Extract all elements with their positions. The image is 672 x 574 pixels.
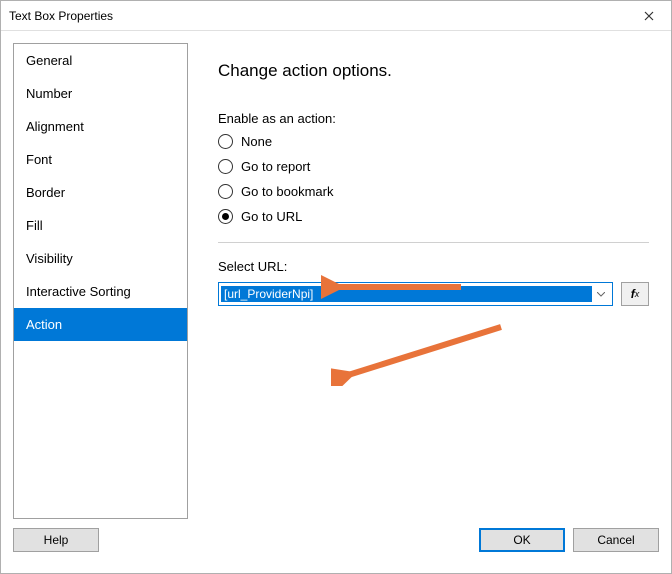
url-combobox[interactable]: [url_ProviderNpi] <box>218 282 613 306</box>
sidebar-item-action[interactable]: Action <box>14 308 187 341</box>
fx-icon-sub: x <box>635 289 640 299</box>
sidebar-item-label: Visibility <box>26 251 73 266</box>
radio-go-to-report[interactable]: Go to report <box>218 159 649 174</box>
category-sidebar: General Number Alignment Font Border Fil… <box>13 43 188 519</box>
titlebar: Text Box Properties <box>1 1 671 31</box>
radio-label: Go to URL <box>241 209 302 224</box>
chevron-down-icon[interactable] <box>592 283 610 305</box>
close-button[interactable] <box>626 1 671 31</box>
radio-go-to-url[interactable]: Go to URL <box>218 209 649 224</box>
sidebar-item-label: Number <box>26 86 72 101</box>
sidebar-item-number[interactable]: Number <box>14 77 187 110</box>
sidebar-item-font[interactable]: Font <box>14 143 187 176</box>
sidebar-item-label: Fill <box>26 218 43 233</box>
sidebar-item-label: Interactive Sorting <box>26 284 131 299</box>
main-panel: Change action options. Enable as an acti… <box>188 43 659 519</box>
select-url-label: Select URL: <box>218 259 649 274</box>
radio-icon <box>218 184 233 199</box>
sidebar-item-border[interactable]: Border <box>14 176 187 209</box>
dialog-footer: Help OK Cancel <box>1 519 671 573</box>
sidebar-item-general[interactable]: General <box>14 44 187 77</box>
sidebar-item-label: Action <box>26 317 62 332</box>
sidebar-item-label: Border <box>26 185 65 200</box>
radio-none[interactable]: None <box>218 134 649 149</box>
sidebar-item-label: Font <box>26 152 52 167</box>
radio-label: Go to report <box>241 159 310 174</box>
enable-action-label: Enable as an action: <box>218 111 649 126</box>
sidebar-item-alignment[interactable]: Alignment <box>14 110 187 143</box>
url-value: [url_ProviderNpi] <box>221 286 592 302</box>
expression-button[interactable]: fx <box>621 282 649 306</box>
section-divider <box>218 242 649 243</box>
url-row: [url_ProviderNpi] fx <box>218 282 649 306</box>
radio-icon <box>218 209 233 224</box>
sidebar-item-fill[interactable]: Fill <box>14 209 187 242</box>
sidebar-item-label: General <box>26 53 72 68</box>
sidebar-item-interactive-sorting[interactable]: Interactive Sorting <box>14 275 187 308</box>
button-label: Help <box>44 533 69 547</box>
radio-icon <box>218 134 233 149</box>
body-area: General Number Alignment Font Border Fil… <box>1 31 671 519</box>
radio-label: Go to bookmark <box>241 184 334 199</box>
dialog-window: Text Box Properties General Number Align… <box>0 0 672 574</box>
action-radio-group: None Go to report Go to bookmark Go to U… <box>218 134 649 224</box>
window-title: Text Box Properties <box>9 9 113 23</box>
radio-go-to-bookmark[interactable]: Go to bookmark <box>218 184 649 199</box>
help-button[interactable]: Help <box>13 528 99 552</box>
ok-button[interactable]: OK <box>479 528 565 552</box>
panel-heading: Change action options. <box>218 61 649 81</box>
cancel-button[interactable]: Cancel <box>573 528 659 552</box>
sidebar-item-label: Alignment <box>26 119 84 134</box>
sidebar-item-visibility[interactable]: Visibility <box>14 242 187 275</box>
button-label: OK <box>513 533 530 547</box>
radio-label: None <box>241 134 272 149</box>
close-icon <box>644 11 654 21</box>
radio-icon <box>218 159 233 174</box>
button-label: Cancel <box>597 533 634 547</box>
